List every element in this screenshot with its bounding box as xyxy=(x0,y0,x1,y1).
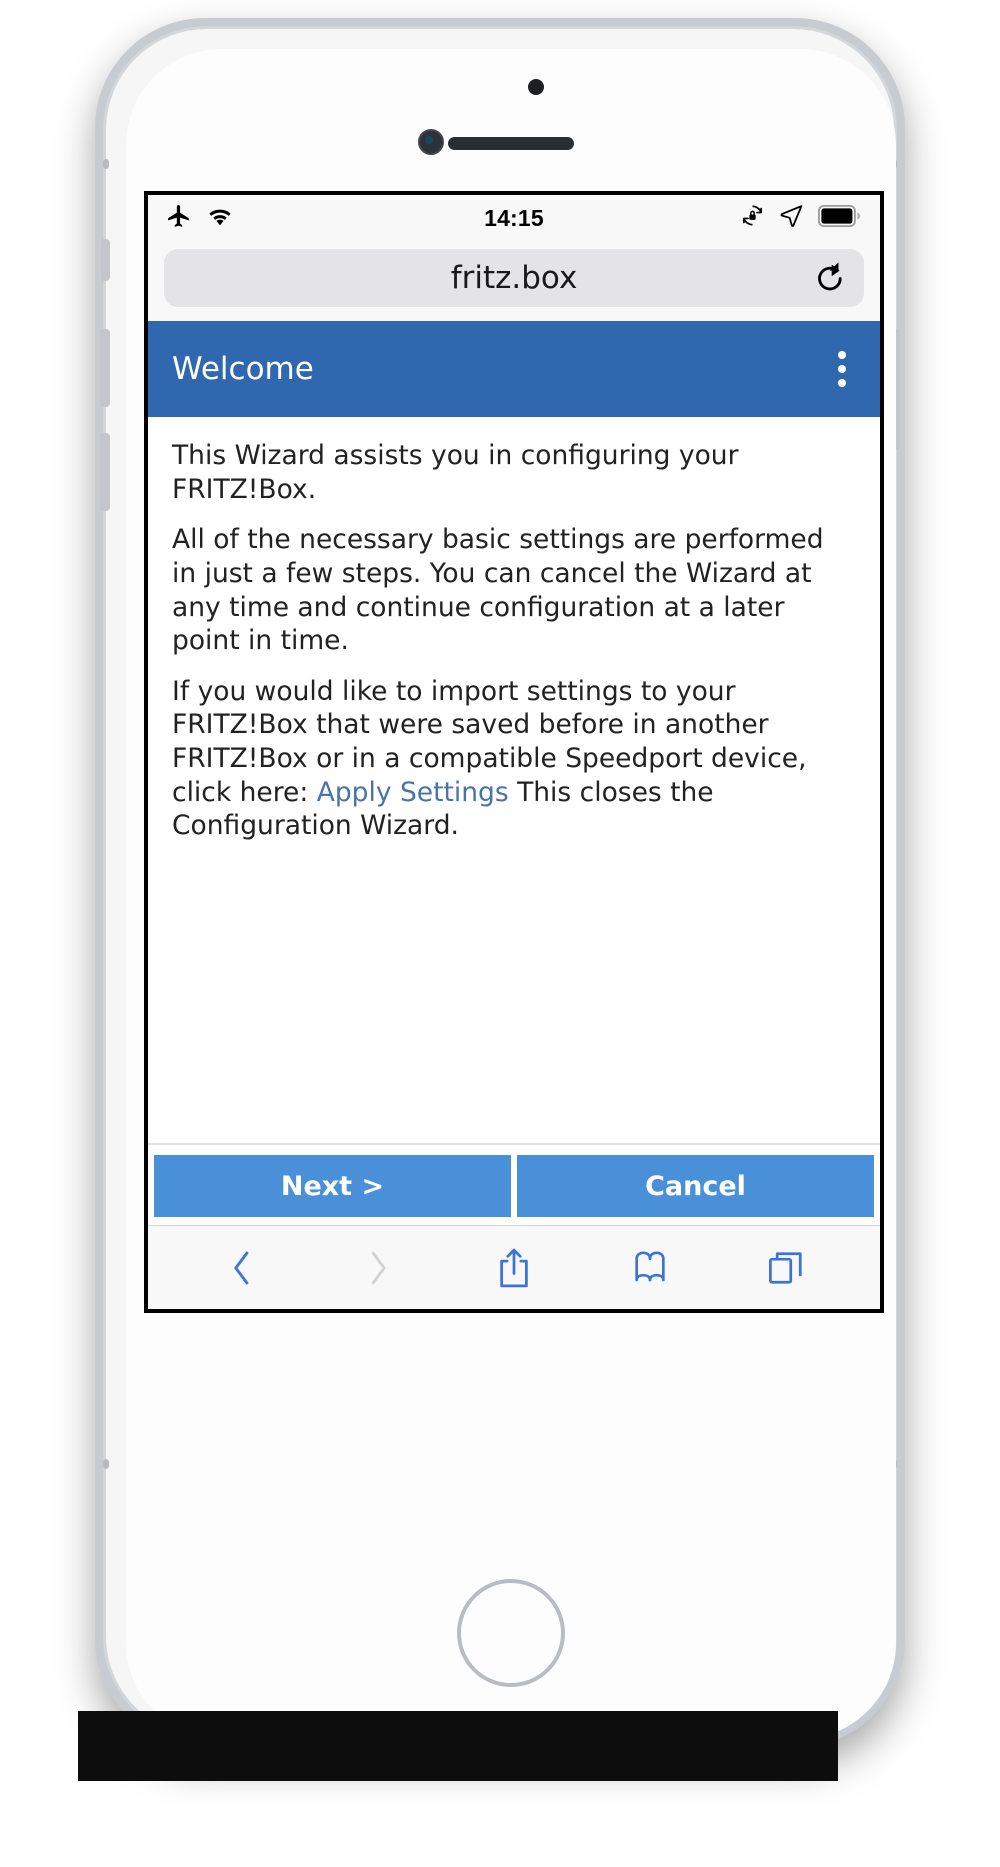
browser-url-toolbar: fritz.box xyxy=(148,241,880,321)
url-text: fritz.box xyxy=(450,260,578,296)
kebab-menu-icon[interactable] xyxy=(828,345,856,393)
share-icon[interactable] xyxy=(487,1241,541,1295)
volume-up-button[interactable] xyxy=(100,329,110,407)
proximity-sensor-icon xyxy=(528,79,544,95)
url-bar[interactable]: fritz.box xyxy=(164,249,864,307)
phone-screen: 14:15 fritz.box Welcome This Wizard assi… xyxy=(144,191,884,1313)
safari-bottom-toolbar xyxy=(148,1225,880,1309)
tabs-icon[interactable] xyxy=(759,1241,813,1295)
earpiece-speaker-icon xyxy=(448,137,574,150)
home-button[interactable] xyxy=(457,1579,565,1687)
kebab-dot-3 xyxy=(838,379,846,387)
status-bar-right xyxy=(740,203,862,233)
phone-bezel: 14:15 fritz.box Welcome This Wizard assi… xyxy=(78,49,896,1781)
phone-body: 14:15 fritz.box Welcome This Wizard assi… xyxy=(78,26,900,1781)
kebab-dot-2 xyxy=(838,365,846,373)
chevron-right-icon[interactable] xyxy=(351,1241,405,1295)
wizard-action-bar: Next > Cancel xyxy=(148,1143,880,1225)
rotation-lock-icon xyxy=(740,203,765,233)
location-arrow-icon xyxy=(779,203,804,233)
mute-switch[interactable] xyxy=(101,239,110,281)
wizard-paragraph-1: This Wizard assists you in configuring y… xyxy=(172,440,739,505)
wizard-content: This Wizard assists you in configuring y… xyxy=(148,417,880,1143)
volume-down-button[interactable] xyxy=(100,433,110,511)
app-header: Welcome xyxy=(148,321,880,417)
battery-icon xyxy=(817,204,862,232)
page-title: Welcome xyxy=(172,351,314,387)
status-bar-left xyxy=(166,203,234,234)
airplane-mode-icon xyxy=(166,203,192,234)
antenna-band-top-left xyxy=(103,159,109,169)
cancel-button[interactable]: Cancel xyxy=(517,1155,874,1217)
next-button[interactable]: Next > xyxy=(154,1155,511,1217)
kebab-dot-1 xyxy=(838,351,846,359)
chevron-left-icon[interactable] xyxy=(215,1241,269,1295)
apply-settings-link[interactable]: Apply Settings xyxy=(317,777,509,808)
reload-icon[interactable] xyxy=(812,260,848,296)
wizard-paragraph-3: If you would like to import settings to … xyxy=(172,675,856,843)
front-camera-icon xyxy=(418,129,444,155)
wizard-paragraph-2: All of the necessary basic settings are … xyxy=(172,524,824,657)
book-icon[interactable] xyxy=(623,1241,677,1295)
wifi-icon xyxy=(206,205,234,232)
phone-device-frame: 14:15 fritz.box Welcome This Wizard assi… xyxy=(78,18,905,1781)
device-bottom-shadow xyxy=(78,1711,838,1781)
status-bar: 14:15 xyxy=(148,195,880,241)
antenna-band-bottom-left xyxy=(103,1459,109,1469)
